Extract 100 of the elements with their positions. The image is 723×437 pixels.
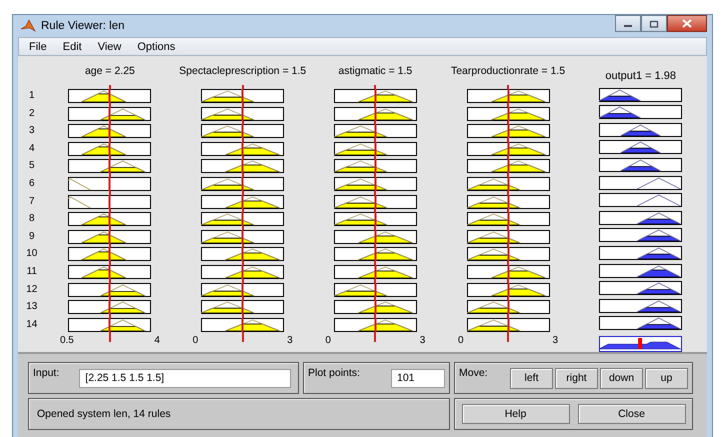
input-value-line[interactable]: [374, 282, 376, 297]
input-value-line[interactable]: [108, 142, 111, 156]
input-value-line[interactable]: [242, 282, 244, 297]
close-button[interactable]: [667, 15, 707, 32]
move-button[interactable]: up: [645, 368, 688, 388]
input-value-line[interactable]: [507, 264, 509, 279]
input-value-line[interactable]: [507, 176, 509, 191]
input-value-line[interactable]: [507, 194, 509, 209]
input-value-line[interactable]: [374, 247, 376, 262]
variable-label: astigmatic = 1.5: [338, 65, 412, 79]
menu-item[interactable]: File: [29, 40, 47, 52]
tick-label: 0: [458, 334, 464, 346]
input-value-line[interactable]: [108, 176, 111, 191]
plot-points-label: Plot points:: [308, 367, 360, 379]
move-button[interactable]: down: [600, 368, 643, 388]
input-value-line[interactable]: [374, 89, 376, 103]
tick-label: 0: [192, 334, 198, 346]
input-value-line[interactable]: [242, 194, 244, 209]
input-value-line[interactable]: [108, 282, 111, 297]
input-value-line[interactable]: [242, 106, 244, 121]
input-value-line[interactable]: [507, 106, 509, 121]
variable-label: age = 2.25: [84, 65, 135, 79]
input-value-line[interactable]: [507, 124, 509, 138]
help-button[interactable]: Help: [462, 404, 570, 424]
tick-label: 3: [552, 334, 558, 346]
input-value-line[interactable]: [374, 194, 376, 209]
variable-label: Spectacleprescription = 1.5: [179, 65, 306, 79]
input-value-line[interactable]: [108, 264, 111, 279]
input-value-line[interactable]: [242, 89, 244, 103]
maximize-button[interactable]: [641, 15, 667, 32]
input-value-line[interactable]: [108, 106, 111, 121]
variable-label: Tearproductionrate = 1.5: [450, 65, 566, 79]
input-value-line[interactable]: [374, 264, 376, 279]
input-value-line[interactable]: [242, 212, 244, 226]
menu-item[interactable]: Options: [137, 40, 176, 52]
input-value-line[interactable]: [108, 230, 111, 244]
input-value-line[interactable]: [242, 318, 244, 332]
input-value-line[interactable]: [507, 89, 509, 103]
input-value-line[interactable]: [242, 264, 244, 279]
menu-item[interactable]: View: [98, 40, 122, 52]
input-value-line[interactable]: [108, 159, 111, 174]
input-value-line[interactable]: [374, 318, 376, 332]
input-value-line[interactable]: [108, 124, 111, 138]
rule-number: 11: [26, 264, 38, 279]
input-value-line[interactable]: [507, 142, 509, 156]
input-value-line[interactable]: [507, 247, 509, 262]
input-label: Input:: [33, 367, 60, 379]
rule-number: 14: [25, 318, 38, 332]
input-value-line[interactable]: [374, 230, 376, 244]
rule-number: 1: [28, 89, 36, 103]
input-value-line[interactable]: [242, 176, 244, 191]
input-value-line[interactable]: [242, 230, 244, 244]
input-value-line[interactable]: [374, 159, 376, 174]
tick-label: 3: [287, 334, 293, 346]
menu-item[interactable]: Edit: [62, 40, 82, 52]
close-icon: [682, 19, 692, 28]
input-value-line[interactable]: [374, 212, 376, 226]
input-value-line[interactable]: [242, 159, 244, 174]
input-value-line[interactable]: [507, 318, 509, 332]
move-button[interactable]: right: [555, 368, 598, 388]
input-value-line[interactable]: [374, 106, 376, 121]
move-button[interactable]: left: [510, 368, 553, 388]
maximize-icon: [649, 20, 659, 28]
input-value-line[interactable]: [374, 124, 376, 138]
input-value-line[interactable]: [374, 142, 376, 156]
input-value-line[interactable]: [242, 142, 244, 156]
rule-number: 9: [28, 230, 36, 244]
input-value-line[interactable]: [108, 194, 111, 209]
input-value-line[interactable]: [242, 247, 244, 262]
input-value-line[interactable]: [242, 124, 244, 138]
rule-number: 8: [28, 212, 36, 226]
input-value-line[interactable]: [108, 318, 111, 332]
input-value-line[interactable]: [108, 247, 111, 262]
input-field[interactable]: [2.25 1.5 1.5 1.5]: [79, 368, 292, 388]
input-value-line[interactable]: [108, 300, 111, 314]
rule-number: 5: [28, 159, 36, 174]
input-value-line[interactable]: [507, 159, 509, 174]
input-value-line[interactable]: [108, 212, 111, 226]
close-dialog-button[interactable]: Close: [578, 404, 686, 424]
input-value-line[interactable]: [242, 300, 244, 314]
input-value-line[interactable]: [507, 212, 509, 226]
rule-number: 3: [28, 124, 36, 138]
input-value-line[interactable]: [507, 230, 509, 244]
output-label: output1 = 1.98: [605, 70, 676, 83]
tick-label: 0.5: [60, 334, 74, 346]
input-value-line[interactable]: [507, 300, 509, 314]
input-value-line[interactable]: [374, 300, 376, 314]
input-value-line[interactable]: [108, 89, 111, 103]
input-value-line[interactable]: [374, 176, 376, 191]
rule-number: 12: [25, 282, 38, 297]
rule-number: 7: [28, 194, 36, 209]
input-value-line[interactable]: [507, 282, 509, 297]
window-title: Rule Viewer: len: [41, 20, 125, 32]
plot-points-field[interactable]: 101: [391, 368, 445, 388]
rule-number: 4: [28, 142, 36, 156]
minimize-button[interactable]: [615, 15, 641, 32]
tick-label: 3: [420, 334, 426, 346]
app-icon: [20, 19, 36, 33]
tick-label: 0: [325, 334, 331, 346]
rule-number: 13: [25, 300, 38, 314]
